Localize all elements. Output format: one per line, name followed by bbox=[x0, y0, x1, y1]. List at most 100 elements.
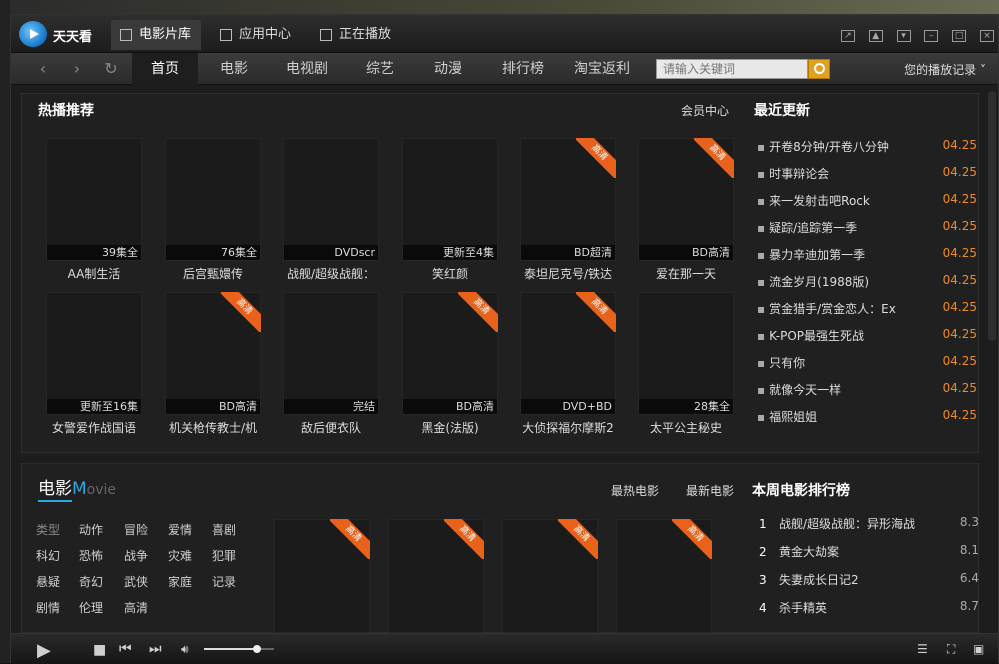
poster-card[interactable]: 更新至16集 bbox=[46, 292, 142, 415]
mini-mode-icon[interactable]: ▣ bbox=[973, 642, 984, 656]
nav-tab-home[interactable]: 首页 bbox=[132, 53, 198, 85]
list-item[interactable]: ▪ 开卷8分钟/开卷八分钟 04.25 bbox=[757, 138, 977, 155]
genre-link[interactable]: 科幻 bbox=[36, 547, 60, 564]
genre-link[interactable]: 高清 bbox=[124, 599, 148, 616]
tab-app-center[interactable]: 应用中心 bbox=[211, 20, 301, 50]
nav-tab-movie[interactable]: 电影 bbox=[202, 53, 266, 85]
minimize-icon[interactable]: – bbox=[924, 30, 939, 42]
genre-link[interactable]: 灾难 bbox=[168, 547, 192, 564]
list-item[interactable]: ▪ 时事辩论会 04.25 bbox=[757, 165, 977, 182]
poster-title[interactable]: 女警爱作战国语 bbox=[39, 419, 149, 436]
list-item[interactable]: ▪ 就像今天一样 04.25 bbox=[757, 381, 977, 398]
back-icon[interactable]: ‹ bbox=[33, 59, 53, 79]
genre-link[interactable]: 剧情 bbox=[36, 599, 60, 616]
poster-card[interactable]: BD高清 高清 bbox=[165, 292, 261, 415]
genre-link[interactable]: 悬疑 bbox=[36, 573, 60, 590]
nav-tab-ranking[interactable]: 排行榜 bbox=[484, 53, 562, 85]
volume-knob[interactable] bbox=[252, 645, 261, 653]
rank-row[interactable]: 1 战舰/超级战舰：异形海战 8.3 bbox=[759, 515, 979, 532]
poster-title[interactable]: 后宫甄嬛传 bbox=[158, 265, 268, 282]
poster-card[interactable]: BD高清 高清 bbox=[638, 138, 734, 261]
member-center-link[interactable]: 会员中心 bbox=[681, 102, 729, 119]
poster-card[interactable]: BD超清 高清 bbox=[520, 138, 616, 261]
list-item[interactable]: ▪ 赏金猎手/赏金恋人：Ex 04.25 bbox=[757, 300, 977, 317]
poster-card[interactable]: 76集全 bbox=[165, 138, 261, 261]
poster-title[interactable]: 大侦探福尔摩斯2 bbox=[513, 419, 623, 436]
new-movies-link[interactable]: 最新电影 bbox=[686, 482, 734, 499]
play-history-dropdown[interactable]: 您的播放记录 ˅ bbox=[904, 61, 986, 78]
poster-title[interactable]: 机关枪传教士/机 bbox=[158, 419, 268, 436]
genre-link[interactable]: 伦理 bbox=[79, 599, 103, 616]
scrollbar[interactable] bbox=[988, 91, 996, 341]
nav-tab-variety[interactable]: 综艺 bbox=[348, 53, 412, 85]
search-input[interactable] bbox=[656, 59, 808, 79]
list-item[interactable]: ▪ K-POP最强生死战 04.25 bbox=[757, 327, 977, 344]
list-item[interactable]: ▪ 疑踪/追踪第一季 04.25 bbox=[757, 219, 977, 236]
play-icon[interactable]: ▶ bbox=[37, 640, 51, 661]
close-icon[interactable]: × bbox=[980, 30, 994, 42]
poster-card[interactable]: 完结 bbox=[283, 292, 379, 415]
forward-icon[interactable]: › bbox=[67, 59, 87, 79]
poster-card[interactable]: 28集全 bbox=[638, 292, 734, 415]
rank-row[interactable]: 2 黄金大劫案 8.1 bbox=[759, 543, 979, 560]
poster-card[interactable]: 更新至4集 bbox=[402, 138, 498, 261]
genre-link[interactable]: 喜剧 bbox=[212, 521, 236, 538]
genre-link[interactable]: 动作 bbox=[79, 521, 103, 538]
menu-icon[interactable]: ▾ bbox=[896, 30, 911, 42]
list-item[interactable]: ▪ 只有你 04.25 bbox=[757, 354, 977, 371]
volume-fill bbox=[204, 648, 257, 650]
poster-title[interactable]: 爱在那一天 bbox=[631, 265, 741, 282]
refresh-icon[interactable]: ↻ bbox=[101, 59, 121, 79]
tab-now-playing[interactable]: 正在播放 bbox=[311, 20, 401, 50]
poster-title[interactable]: 敌后便衣队 bbox=[276, 419, 386, 436]
volume-icon[interactable]: 🔊︎ bbox=[181, 642, 189, 657]
genre-link[interactable]: 记录 bbox=[212, 573, 236, 590]
share-icon[interactable]: ↗ bbox=[840, 30, 855, 42]
poster-card[interactable]: DVDscr bbox=[283, 138, 379, 261]
search-button[interactable] bbox=[808, 59, 830, 79]
genre-link[interactable]: 奇幻 bbox=[79, 573, 103, 590]
genre-link[interactable]: 犯罪 bbox=[212, 547, 236, 564]
list-item[interactable]: ▪ 来一发射击吧Rock 04.25 bbox=[757, 192, 977, 209]
list-item[interactable]: ▪ 流金岁月(1988版) 04.25 bbox=[757, 273, 977, 290]
stop-icon[interactable]: ■ bbox=[93, 642, 106, 658]
app-icon bbox=[220, 29, 232, 41]
rank-row[interactable]: 4 杀手精英 8.7 bbox=[759, 599, 979, 616]
poster-card[interactable]: BD高清 高清 bbox=[402, 292, 498, 415]
hot-movies-link[interactable]: 最热电影 bbox=[611, 482, 659, 499]
movie-poster-card[interactable]: 高清 bbox=[616, 519, 712, 633]
rank-row[interactable]: 3 失妻成长日记2 6.4 bbox=[759, 571, 979, 588]
movie-poster-card[interactable]: 高清 bbox=[502, 519, 598, 633]
tab-movie-library[interactable]: 电影片库 bbox=[111, 20, 202, 50]
recent-item-title: 就像今天一样 bbox=[769, 383, 842, 397]
poster-title[interactable]: 泰坦尼克号/铁达 bbox=[513, 265, 623, 282]
fullscreen-icon[interactable]: ⛶ bbox=[947, 642, 955, 657]
poster-title[interactable]: 笑红颜 bbox=[395, 265, 505, 282]
poster-title[interactable]: 战舰/超级战舰： bbox=[276, 265, 386, 282]
poster-card[interactable]: 39集全 bbox=[46, 138, 142, 261]
poster-title[interactable]: AA制生活 bbox=[39, 265, 149, 282]
poster-card[interactable]: DVD+BD 高清 bbox=[520, 292, 616, 415]
maximize-icon[interactable]: □ bbox=[952, 30, 967, 42]
poster-title[interactable]: 太平公主秘史 bbox=[631, 419, 741, 436]
genre-link[interactable]: 恐怖 bbox=[79, 547, 103, 564]
genre-link[interactable]: 爱情 bbox=[168, 521, 192, 538]
genre-link[interactable]: 武侠 bbox=[124, 573, 148, 590]
genre-link[interactable]: 战争 bbox=[124, 547, 148, 564]
genre-link[interactable]: 家庭 bbox=[168, 573, 192, 590]
movie-poster-card[interactable]: 高清 bbox=[274, 519, 370, 633]
nav-tab-tv[interactable]: 电视剧 bbox=[270, 53, 344, 85]
list-item[interactable]: ▪ 暴力辛迪加第一季 04.25 bbox=[757, 246, 977, 263]
tab-label: 电影片库 bbox=[139, 27, 192, 42]
playlist-icon[interactable]: ☰ bbox=[917, 642, 928, 656]
volume-slider[interactable] bbox=[204, 645, 274, 653]
poster-title[interactable]: 黑金(法版) bbox=[395, 419, 505, 436]
movie-poster-card[interactable]: 高清 bbox=[388, 519, 484, 633]
nav-tab-taobao[interactable]: 淘宝返利 bbox=[564, 53, 640, 85]
next-icon[interactable]: ⏭ bbox=[149, 641, 162, 657]
genre-link[interactable]: 冒险 bbox=[124, 521, 148, 538]
skin-icon[interactable]: ▲ bbox=[868, 30, 883, 42]
previous-icon[interactable]: ⏮ bbox=[119, 641, 132, 657]
list-item[interactable]: ▪ 福熙姐姐 04.25 bbox=[757, 408, 977, 425]
nav-tab-anime[interactable]: 动漫 bbox=[416, 53, 480, 85]
